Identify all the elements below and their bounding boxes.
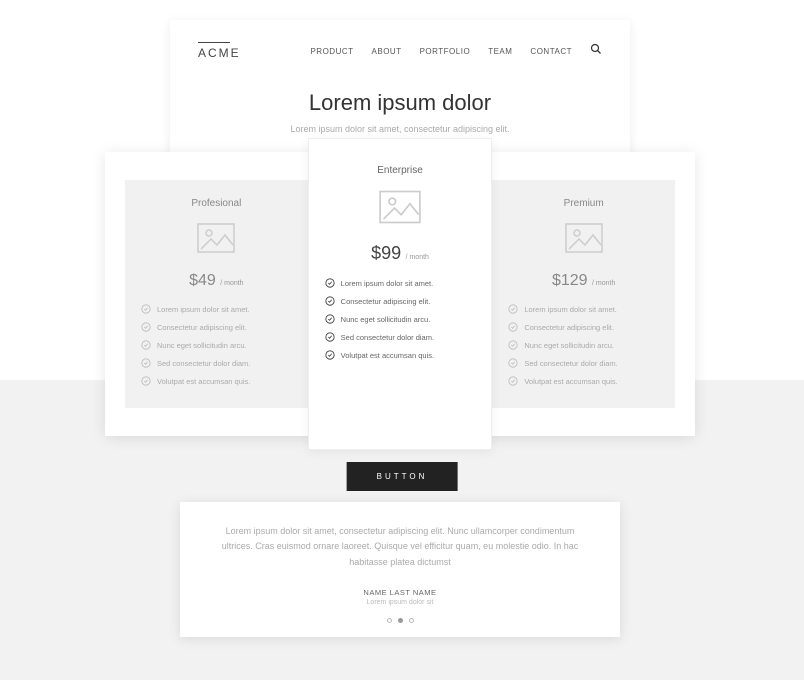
search-icon[interactable] [590, 42, 602, 60]
feature-text: Consectetur adipiscing elit. [157, 323, 247, 332]
feature-text: Sed consectetur dolor diam. [157, 359, 250, 368]
carousel-dot[interactable] [387, 618, 392, 623]
nav: PRODUCT ABOUT PORTFOLIO TEAM CONTACT [310, 42, 602, 60]
feature-item: Lorem ipsum dolor sit amet. [141, 304, 292, 314]
feature-item: Nunc eget sollicitudin arcu. [141, 340, 292, 350]
price-amount: $99 [371, 243, 401, 263]
nav-contact[interactable]: CONTACT [530, 47, 572, 56]
feature-item: Sed consectetur dolor diam. [141, 358, 292, 368]
logo[interactable]: ACME [198, 42, 241, 60]
feature-text: Consectetur adipiscing elit. [524, 323, 614, 332]
testimonial-card: Lorem ipsum dolor sit amet, consectetur … [180, 502, 620, 637]
image-placeholder-icon [135, 223, 298, 258]
pricing-card-profesional[interactable]: Profesional $49 / month Lorem ipsum dolo… [125, 180, 308, 408]
carousel-dot[interactable] [409, 618, 414, 623]
feature-item: Consectetur adipiscing elit. [325, 296, 476, 306]
nav-product[interactable]: PRODUCT [310, 47, 353, 56]
feature-text: Lorem ipsum dolor sit amet. [157, 305, 250, 314]
plan-name: Profesional [135, 198, 298, 209]
feature-item: Lorem ipsum dolor sit amet. [325, 278, 476, 288]
feature-item: Sed consectetur dolor diam. [508, 358, 659, 368]
feature-text: Volutpat est accumsan quis. [341, 351, 434, 360]
header: ACME PRODUCT ABOUT PORTFOLIO TEAM CONTAC… [170, 20, 630, 70]
price-amount: $49 [189, 272, 216, 289]
carousel-dots [220, 618, 580, 623]
image-placeholder-icon [502, 223, 665, 258]
feature-item: Volutpat est accumsan quis. [141, 376, 292, 386]
pricing-section: Profesional $49 / month Lorem ipsum dolo… [105, 152, 695, 436]
feature-text: Lorem ipsum dolor sit amet. [524, 305, 617, 314]
feature-item: Nunc eget sollicitudin arcu. [508, 340, 659, 350]
feature-item: Nunc eget sollicitudin arcu. [325, 314, 476, 324]
feature-list: Lorem ipsum dolor sit amet. Consectetur … [319, 278, 482, 360]
plan-name: Enterprise [319, 165, 482, 176]
plan-name: Premium [502, 198, 665, 209]
feature-text: Nunc eget sollicitudin arcu. [524, 341, 614, 350]
nav-portfolio[interactable]: PORTFOLIO [420, 47, 471, 56]
pricing-card-enterprise[interactable]: Enterprise $99 / month Lorem ipsum dolor… [308, 138, 493, 450]
feature-text: Volutpat est accumsan quis. [524, 377, 617, 386]
feature-text: Lorem ipsum dolor sit amet. [341, 279, 434, 288]
feature-text: Consectetur adipiscing elit. [341, 297, 431, 306]
feature-text: Sed consectetur dolor diam. [341, 333, 434, 342]
nav-about[interactable]: ABOUT [372, 47, 402, 56]
carousel-dot-active[interactable] [398, 618, 403, 623]
testimonial-name: NAME LAST NAME [220, 588, 580, 597]
feature-item: Sed consectetur dolor diam. [325, 332, 476, 342]
feature-item: Consectetur adipiscing elit. [508, 322, 659, 332]
feature-item: Consectetur adipiscing elit. [141, 322, 292, 332]
feature-text: Nunc eget sollicitudin arcu. [157, 341, 247, 350]
testimonial-text: Lorem ipsum dolor sit amet, consectetur … [220, 524, 580, 570]
price-period: / month [220, 280, 243, 287]
hero: Lorem ipsum dolor Lorem ipsum dolor sit … [170, 70, 630, 144]
testimonial-role: Lorem ipsum dolor sit [220, 599, 580, 606]
feature-item: Volutpat est accumsan quis. [508, 376, 659, 386]
feature-item: Lorem ipsum dolor sit amet. [508, 304, 659, 314]
nav-team[interactable]: TEAM [488, 47, 512, 56]
price-period: / month [406, 254, 429, 261]
feature-item: Volutpat est accumsan quis. [325, 350, 476, 360]
feature-text: Nunc eget sollicitudin arcu. [341, 315, 431, 324]
feature-text: Volutpat est accumsan quis. [157, 377, 250, 386]
hero-subtitle: Lorem ipsum dolor sit amet, consectetur … [190, 124, 610, 134]
price-period: / month [592, 280, 615, 287]
feature-list: Lorem ipsum dolor sit amet. Consectetur … [502, 304, 665, 386]
pricing-card-premium[interactable]: Premium $129 / month Lorem ipsum dolor s… [492, 180, 675, 408]
plan-price: $129 / month [502, 272, 665, 290]
feature-list: Lorem ipsum dolor sit amet. Consectetur … [135, 304, 298, 386]
hero-title: Lorem ipsum dolor [190, 90, 610, 116]
price-amount: $129 [552, 272, 588, 289]
cta-button[interactable]: BUTTON [347, 462, 458, 491]
image-placeholder-icon [319, 190, 482, 229]
feature-text: Sed consectetur dolor diam. [524, 359, 617, 368]
plan-price: $49 / month [135, 272, 298, 290]
plan-price: $99 / month [319, 243, 482, 264]
